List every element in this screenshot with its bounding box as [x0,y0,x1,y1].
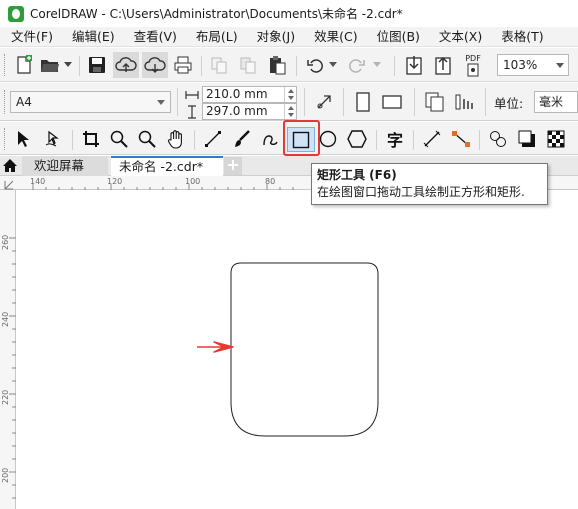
red-arrow-annotation [197,341,234,353]
menu-table[interactable]: 表格(T) [490,27,551,47]
units-value: 毫米 [539,95,564,109]
save-icon[interactable] [86,53,108,77]
shape-tool-icon[interactable] [40,126,64,152]
artistic-media-tool-icon[interactable] [230,126,254,152]
pick-tool-icon[interactable] [11,126,35,152]
home-icon[interactable] [2,158,18,176]
ruler-label: 80 [265,177,276,186]
all-pages-icon[interactable] [422,89,448,115]
paste-icon[interactable] [265,53,289,77]
ellipse-tool-icon[interactable] [316,126,340,152]
undo-icon[interactable] [303,53,327,77]
cloud-download-icon[interactable] [142,52,168,78]
rectangle-tool-tooltip: 矩形工具 (F6) 在绘图窗口拖动工具绘制正方形和矩形. [311,163,548,205]
crop-tool-icon[interactable] [80,126,102,152]
toolbar-grip[interactable] [4,128,7,150]
add-tab-button[interactable]: + [224,157,242,175]
curve-tool-icon[interactable] [258,126,282,152]
zoom-tool-icon[interactable] [107,126,131,152]
ruler-label: 140 [30,177,46,186]
zoom-out-tool-icon[interactable] [135,126,159,152]
undo-dropdown-chevron-icon[interactable] [328,60,338,70]
units-select[interactable]: 毫米 [534,91,578,113]
all-pages-size-icon[interactable] [312,90,336,114]
portrait-icon[interactable] [351,89,375,115]
drawing-canvas[interactable] [17,191,578,509]
chevron-down-icon [157,100,165,105]
toolbar-grip[interactable] [4,54,7,76]
menu-file[interactable]: 文件(F) [0,27,61,47]
height-spinner[interactable] [284,104,296,119]
freehand-tool-icon[interactable] [201,126,225,152]
open-folder-icon[interactable] [38,53,62,77]
tooltip-description: 在绘图窗口拖动工具绘制正方形和矩形. [317,185,525,199]
print-icon[interactable] [171,53,195,77]
blend-tool-icon[interactable] [487,126,511,152]
paper-size-select[interactable]: A4 [10,91,171,113]
tab-document[interactable]: 未命名 -2.cdr* [111,156,223,176]
transparency-tool-icon[interactable] [544,126,568,152]
ruler-label: 120 [107,177,123,186]
canvas-drawing-layer [197,262,379,437]
chevron-down-icon [556,63,564,68]
publish-pdf-icon[interactable]: PDF [460,52,486,78]
page-height-value: 297.0 mm [206,104,268,118]
ruler-label: 200 [1,467,10,483]
cloud-upload-icon[interactable] [113,52,139,78]
window-title: CorelDRAW - C:\Users\Administrator\Docum… [30,7,403,21]
toolbar-grip[interactable] [4,90,7,114]
menu-object[interactable]: 对象(J) [246,27,303,47]
parallel-dimension-tool-icon[interactable] [420,126,444,152]
paper-size-value: A4 [16,95,32,109]
landscape-icon[interactable] [379,89,405,115]
menu-layout[interactable]: 布局(L) [185,27,246,47]
menu-view[interactable]: 查看(V) [123,27,185,47]
polygon-tool-icon[interactable] [345,126,369,152]
new-document-icon[interactable] [12,53,36,77]
zoom-level-value: 103% [503,58,538,72]
ruler-label: 260 [1,234,10,250]
menu-effects[interactable]: 效果(C) [303,27,365,47]
menu-text[interactable]: 文本(X) [428,27,490,47]
open-dropdown-chevron-icon[interactable] [63,60,73,70]
page-width-value: 210.0 mm [206,87,268,101]
height-icon [184,104,200,120]
title-bar: CorelDRAW - C:\Users\Administrator\Docum… [0,0,578,27]
import-icon[interactable] [402,53,426,77]
zoom-level-select[interactable]: 103% [497,54,569,76]
menu-bitmaps[interactable]: 位图(B) [366,27,428,47]
pan-tool-icon[interactable] [164,126,188,152]
units-label: 单位: [494,96,524,111]
export-icon[interactable] [431,53,455,77]
text-tool-icon[interactable]: 字 [383,126,407,152]
drop-shadow-tool-icon[interactable] [515,126,539,152]
width-icon [184,87,200,103]
menu-edit[interactable]: 编辑(E) [61,27,123,47]
rectangle-tool-icon[interactable] [288,128,314,151]
ruler-label: 100 [185,177,201,186]
menu-bar: 文件(F) 编辑(E) 查看(V) 布局(L) 对象(J) 效果(C) 位图(B… [0,27,578,47]
coreldraw-logo-icon [8,5,24,22]
copy-icon[interactable] [236,53,260,77]
ruler-label: 240 [1,311,10,327]
current-page-icon[interactable] [452,89,478,115]
ruler-label: 220 [1,389,10,405]
cut-icon[interactable] [207,53,231,77]
vertical-ruler[interactable]: 260 240 220 200 [0,190,16,509]
tab-welcome-screen[interactable]: 欢迎屏幕 [22,156,108,176]
tooltip-title: 矩形工具 (F6) [317,168,397,182]
rounded-rectangle-shape [230,262,379,437]
redo-icon[interactable] [345,53,369,77]
connector-tool-icon[interactable] [449,126,473,152]
pdf-label: PDF [465,53,481,63]
page-height-input[interactable]: 297.0 mm [202,103,297,120]
redo-dropdown-chevron-icon[interactable] [372,60,382,70]
width-spinner[interactable] [284,87,296,102]
page-width-input[interactable]: 210.0 mm [202,86,297,103]
